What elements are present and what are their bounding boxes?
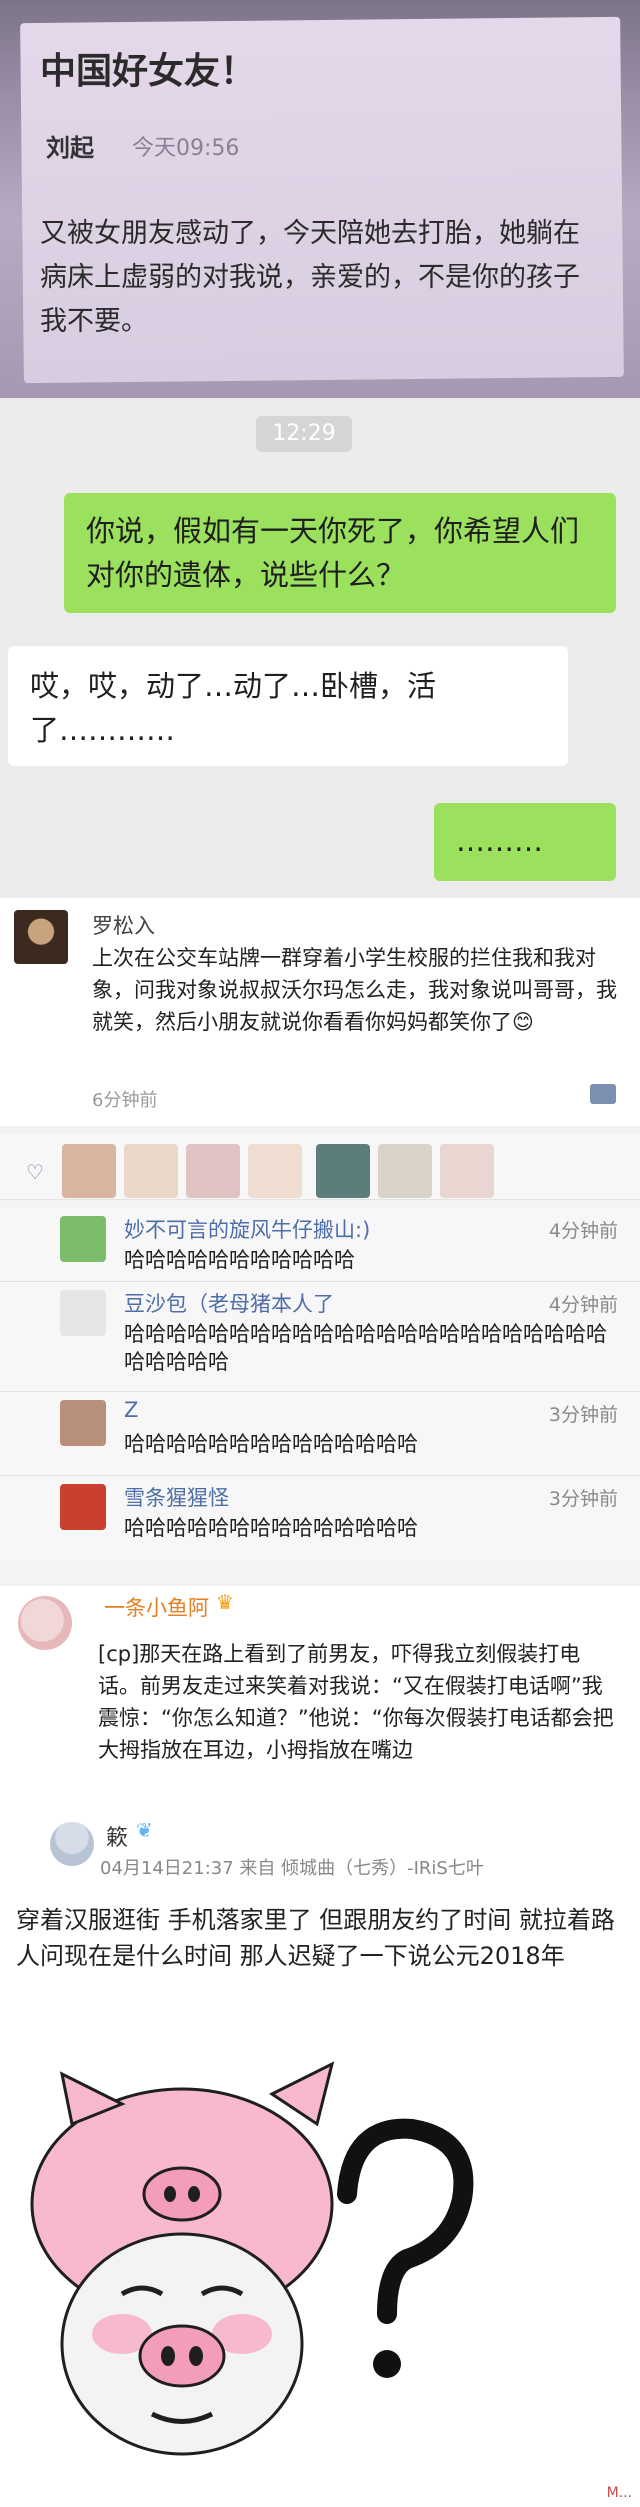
avatar[interactable] [60, 1290, 106, 1336]
note-time: 今天09:56 [132, 136, 240, 161]
comment-text: 上次在公交车站牌一群穿着小学生校服的拦住我和我对象，问我对象说叔叔沃尔玛怎么走，… [92, 946, 617, 1034]
comment-panel: 罗松入 上次在公交车站牌一群穿着小学生校服的拦住我和我对象，问我对象说叔叔沃尔玛… [0, 898, 640, 1126]
note-photo-panel: 中国好女友！ 刘起 今天09:56 又被女朋友感动了，今天陪她去打胎，她躺在病床… [0, 0, 640, 398]
chat-panel: 12:29 你说，假如有一天你死了，你希望人们对你的遗体，说些什么？ 哎，哎，动… [0, 398, 640, 898]
reply-text: 哈哈哈哈哈哈哈哈哈哈哈哈哈哈 [124, 1516, 418, 1540]
reply-author[interactable]: 豆沙包（老母猪本人了 [124, 1288, 334, 1318]
likes-replies-panel: ♡ 妙不可言的旋风牛仔搬山:) 4分钟前 哈哈哈哈哈哈哈哈哈哈哈 豆沙包（老母猪… [0, 1126, 640, 1586]
post-meta: 04月14日21:37 来自 倾城曲（七秀）-IRiS七叶 [100, 1858, 484, 1879]
meme-image [12, 2044, 482, 2494]
avatar[interactable] [378, 1144, 432, 1198]
post-author[interactable]: 簌 [106, 1820, 128, 1852]
reply-time: 4分钟前 [548, 1220, 618, 1242]
chat-time-badge: 12:29 [256, 416, 352, 452]
reply-author[interactable]: 雪条猩猩怪 [124, 1482, 229, 1512]
note-author: 刘起 [46, 134, 94, 162]
post-text: 穿着汉服逛街 手机落家里了 但跟朋友约了时间 就拉着路人问现在是什么时间 那人迟… [16, 1906, 615, 1970]
qq-author[interactable]: 一条小鱼阿 [104, 1592, 209, 1622]
avatar[interactable] [248, 1144, 302, 1198]
avatar[interactable] [186, 1144, 240, 1198]
reply-text: 哈哈哈哈哈哈哈哈哈哈哈 [124, 1248, 355, 1272]
avatar[interactable] [60, 1484, 106, 1530]
weibo-post-panel: 簌 ❦ 04月14日21:37 来自 倾城曲（七秀）-IRiS七叶 穿着汉服逛街… [0, 1806, 640, 2507]
avatar[interactable] [316, 1144, 370, 1198]
reply-item: 雪条猩猩怪 3分钟前 哈哈哈哈哈哈哈哈哈哈哈哈哈哈 [0, 1476, 640, 1560]
comment-icon[interactable] [590, 1084, 616, 1104]
comment-time: 6分钟前 [92, 1090, 158, 1111]
reply-item: Z 3分钟前 哈哈哈哈哈哈哈哈哈哈哈哈哈哈 [0, 1392, 640, 1476]
reply-item: 妙不可言的旋风牛仔搬山:) 4分钟前 哈哈哈哈哈哈哈哈哈哈哈 [0, 1208, 640, 1282]
avatar[interactable] [50, 1822, 94, 1866]
qq-text: [cp]那天在路上看到了前男友，吓得我立刻假装打电话。前男友走过来笑着对我说：“… [98, 1642, 614, 1762]
reply-text: 哈哈哈哈哈哈哈哈哈哈哈哈哈哈 [124, 1432, 418, 1456]
reply-author[interactable]: Z [124, 1398, 138, 1422]
avatar[interactable] [60, 1400, 106, 1446]
watermark: M... [606, 2485, 632, 2501]
note-title: 中国好女友！ [40, 51, 257, 92]
note-body: 又被女朋友感动了，今天陪她去打胎，她躺在病床上虚弱的对我说，亲爱的，不是你的孩子… [40, 218, 580, 337]
chat-bubble-sent[interactable]: 你说，假如有一天你死了，你希望人们对你的遗体，说些什么？ [64, 493, 616, 613]
avatar[interactable] [440, 1144, 494, 1198]
comment-author[interactable]: 罗松入 [92, 910, 155, 940]
avatar[interactable] [60, 1216, 106, 1262]
chat-bubble-received[interactable]: 哎，哎，动了…动了…卧槽，活了………… [8, 646, 568, 766]
crown-icon: ♛ [216, 1590, 234, 1614]
avatar[interactable] [18, 1596, 72, 1650]
chat-bubble-sent[interactable]: ……… [434, 803, 616, 881]
badge-icon: ❦ [136, 1818, 153, 1842]
reply-time: 3分钟前 [548, 1404, 618, 1426]
pig-hat-meme-icon [30, 2061, 474, 2456]
heart-icon: ♡ [26, 1160, 44, 1184]
reply-item: 豆沙包（老母猪本人了 4分钟前 哈哈哈哈哈哈哈哈哈哈哈哈哈哈哈哈哈哈哈哈哈哈哈哈… [0, 1282, 640, 1392]
reply-time: 3分钟前 [548, 1488, 618, 1510]
reply-text: 哈哈哈哈哈哈哈哈哈哈哈哈哈哈哈哈哈哈哈哈哈哈哈哈哈哈哈哈 [124, 1322, 607, 1374]
reply-time: 4分钟前 [548, 1294, 618, 1316]
avatar[interactable] [14, 910, 68, 964]
avatar[interactable] [62, 1144, 116, 1198]
avatar[interactable] [124, 1144, 178, 1198]
reply-author[interactable]: 妙不可言的旋风牛仔搬山:) [124, 1214, 370, 1244]
qq-post-panel: 一条小鱼阿 ♛ [cp]那天在路上看到了前男友，吓得我立刻假装打电话。前男友走过… [0, 1586, 640, 1806]
like-list: ♡ [0, 1134, 640, 1200]
